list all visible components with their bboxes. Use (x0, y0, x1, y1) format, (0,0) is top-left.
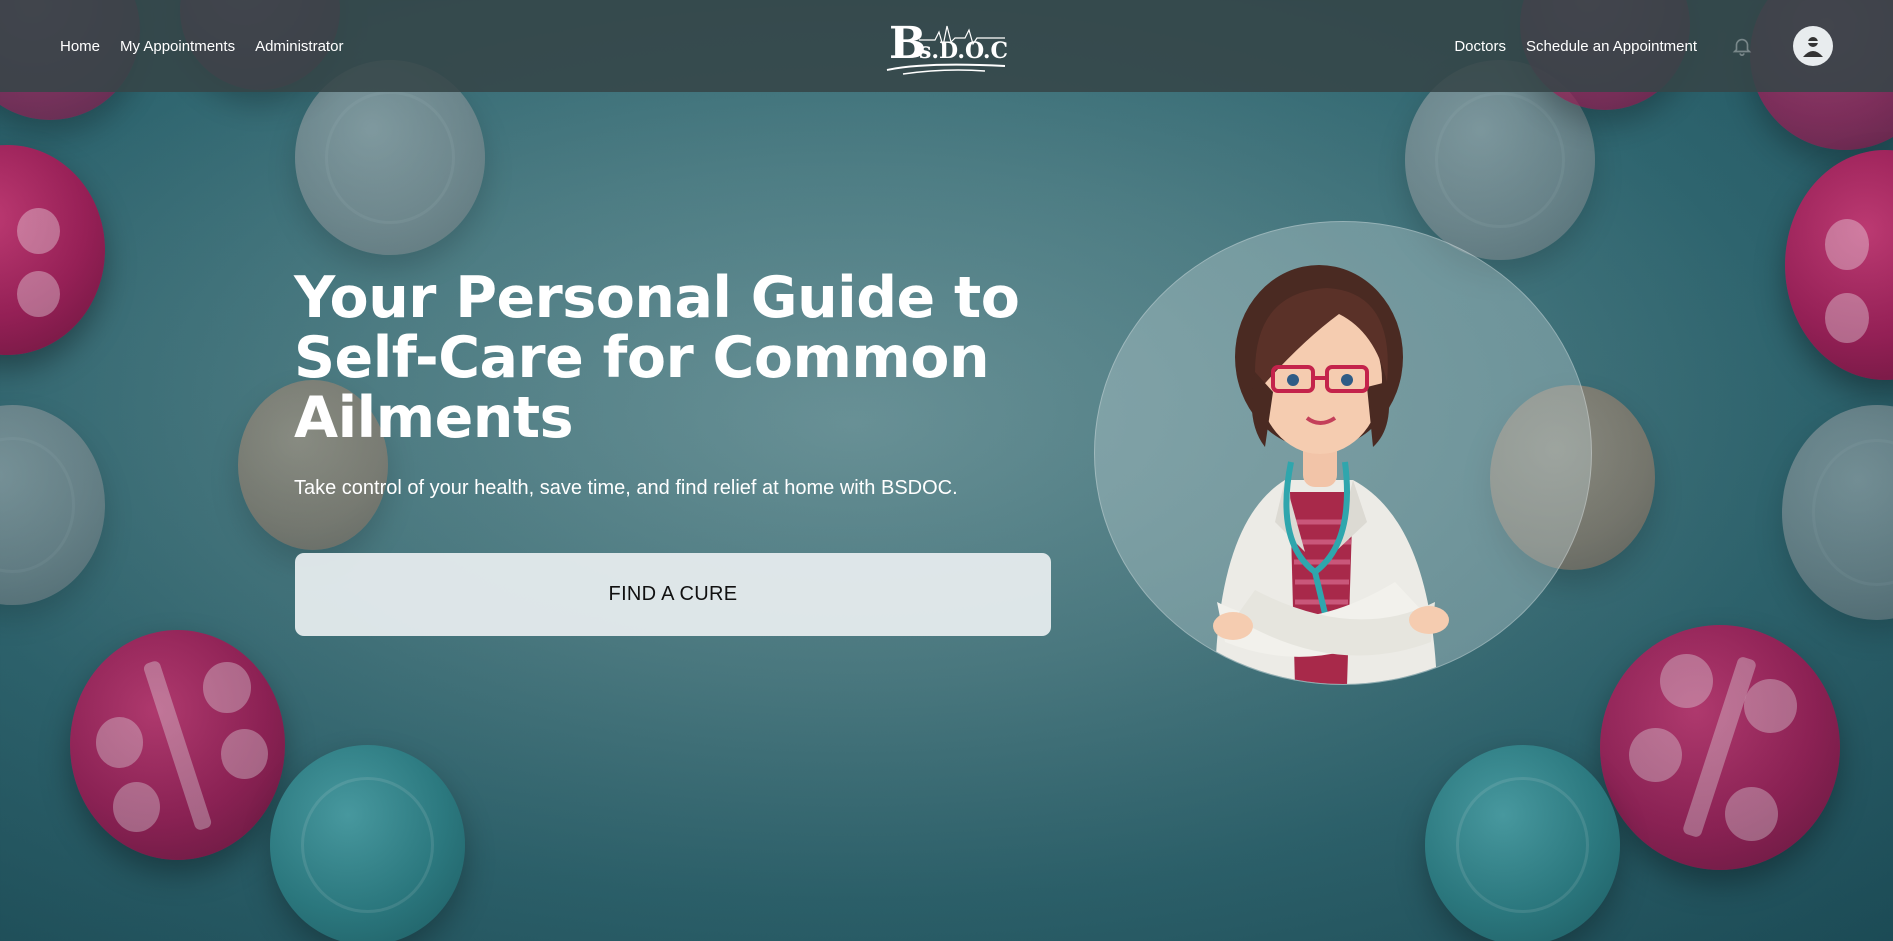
user-avatar-icon[interactable] (1793, 26, 1833, 66)
pill-teal-bottom-left (270, 745, 465, 941)
doctor-illustration (1213, 265, 1449, 684)
nav-my-appointments-link[interactable]: My Appointments (120, 38, 235, 55)
bsdoc-logo[interactable]: B s.D.O.C (885, 18, 1009, 78)
nav-home-link[interactable]: Home (60, 38, 100, 55)
pill-pink-mid-right (1785, 150, 1893, 380)
nav-administrator-link[interactable]: Administrator (255, 38, 343, 55)
bsdoc-logo-icon: B s.D.O.C (886, 18, 1008, 75)
nav-doctors-link[interactable]: Doctors (1454, 38, 1506, 55)
nav-schedule-appointment-link[interactable]: Schedule an Appointment (1526, 38, 1697, 55)
bell-icon[interactable] (1731, 35, 1753, 57)
pill-white-right (1782, 405, 1893, 620)
nav-right: Doctors Schedule an Appointment (1454, 26, 1833, 66)
pill-teal-bottom-right (1425, 745, 1620, 941)
doctor-illustration-frame (1094, 221, 1592, 685)
svg-text:s.D.O.C: s.D.O.C (919, 38, 1008, 64)
find-a-cure-button[interactable]: FIND A CURE (295, 553, 1051, 636)
pill-white-left (0, 405, 105, 605)
pill-pink-bottom-right (1600, 625, 1840, 870)
top-navbar: Home My Appointments Administrator B s.D… (0, 0, 1893, 92)
hero-subtitle: Take control of your health, save time, … (294, 477, 958, 499)
pill-pink-mid-left (0, 145, 105, 355)
hero-title: Your Personal Guide to Self-Care for Com… (294, 265, 1020, 451)
nav-left: Home My Appointments Administrator (60, 38, 343, 55)
pill-pink-bottom-left (70, 630, 285, 860)
